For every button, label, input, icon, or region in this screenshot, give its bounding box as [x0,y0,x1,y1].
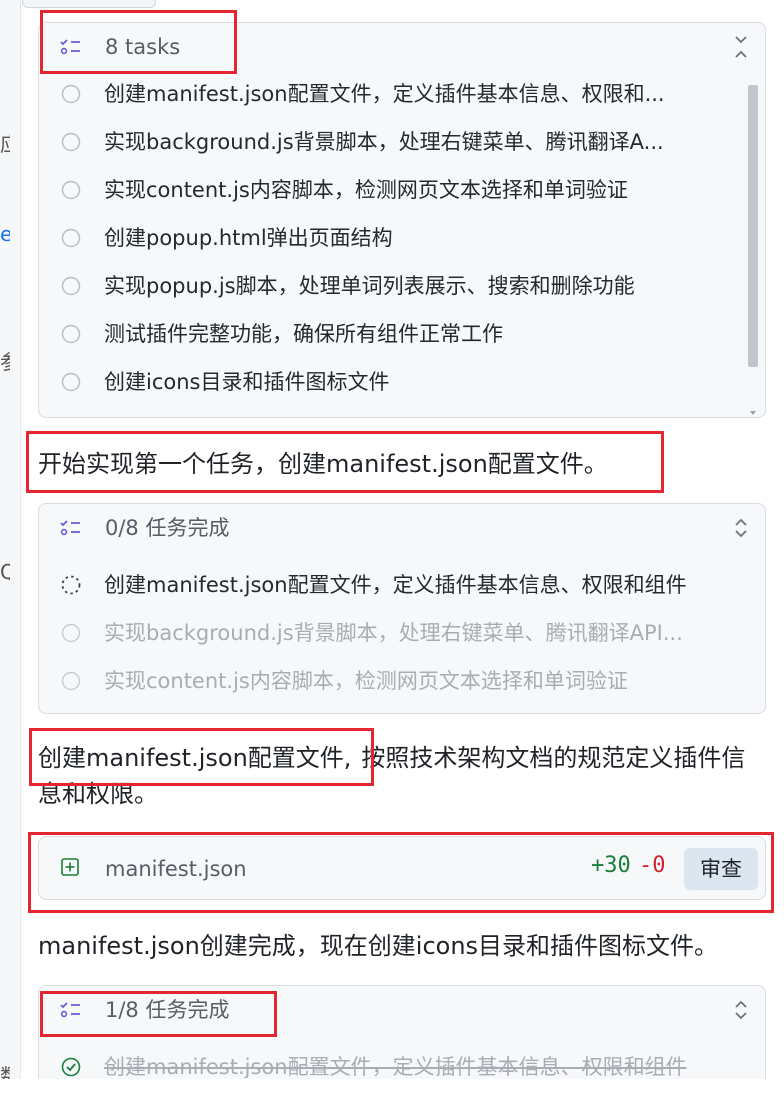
task-label: 实现popup.js脚本，处理单词列表展示、搜索和删除功能 [104,274,635,298]
task-label: 实现content.js内容脚本，检测网页文本选择和单词验证 [104,669,628,693]
task-list-card: 8 tasks 创建manifest.json配置文件，定义插件基本信息、权限和… [38,22,766,418]
task-label: 实现background.js背景脚本，处理右键菜单、腾讯翻译API... [104,621,683,645]
previous-element-edge [22,0,156,8]
pending-circle-icon [61,671,81,691]
scroll-down-icon[interactable] [748,409,758,417]
task-progress-card: 1/8 任务完成 创建manifest.json配置文件，定义插件基本信息、权限… [38,985,766,1081]
task-label: 创建manifest.json配置文件，定义插件基本信息、权限和组件 [104,1055,687,1078]
pending-circle-icon [61,228,81,248]
task-list-header[interactable]: 8 tasks [39,23,765,71]
task-item[interactable]: 创建manifest.json配置文件，定义插件基本信息、权限和... [39,71,765,119]
task-label: 创建manifest.json配置文件，定义插件基本信息、权限和组件 [104,573,687,597]
task-progress-card: 0/8 任务完成 创建manifest.json配置文件，定义插件基本信息、权限… [38,503,766,714]
viewport-bottom [0,1079,784,1104]
diff-additions: +30 [591,853,631,878]
task-label: 实现content.js内容脚本，检测网页文本选择和单词验证 [104,178,628,202]
task-list-icon [60,1002,80,1018]
scrollbar[interactable] [745,81,761,417]
diff-deletions: -0 [639,853,666,878]
task-progress-header[interactable]: 1/8 任务完成 [39,986,765,1034]
in-progress-spinner-icon [61,575,81,595]
completed-check-icon [61,1057,81,1077]
task-label: 测试插件完整功能，确保所有组件正常工作 [104,322,503,346]
assistant-message: 创建manifest.json配置文件, 按照技术架构文档的规范定义插件信息和权限… [38,740,754,812]
task-item[interactable]: 实现background.js背景脚本，处理右键菜单、腾讯翻译API... [39,610,765,658]
file-name[interactable]: manifest.json [105,854,247,884]
task-item[interactable]: 创建manifest.json配置文件，定义插件基本信息、权限和组件 [39,1044,765,1078]
left-pane-edge: 应 e 参 Q 数 [0,0,21,1104]
task-item[interactable]: 创建popup.html弹出页面结构 [39,215,765,263]
task-item[interactable]: 实现popup.js脚本，处理单词列表展示、搜索和删除功能 [39,263,765,311]
left-pane-glyph: 应 [0,128,10,157]
pending-circle-icon [61,372,81,392]
task-item[interactable]: 实现content.js内容脚本，检测网页文本选择和单词验证 [39,167,765,215]
task-item[interactable]: 实现background.js背景脚本，处理右键菜单、腾讯翻译A... [39,119,765,167]
task-progress-header[interactable]: 0/8 任务完成 [39,504,765,552]
left-pane-glyph: Q [0,560,10,584]
file-change-card[interactable]: manifest.json +30 -0 审查 [38,836,766,900]
task-list-title: 8 tasks [105,35,181,59]
task-item[interactable]: 创建icons目录和插件图标文件 [39,359,765,407]
task-label: 创建icons目录和插件图标文件 [104,370,390,394]
pending-circle-icon [61,180,81,200]
task-progress-title: 0/8 任务完成 [105,516,230,540]
expand-collapse-icon[interactable] [733,516,749,540]
pending-circle-icon [61,276,81,296]
task-label: 实现background.js背景脚本，处理右键菜单、腾讯翻译A... [104,130,664,154]
task-item[interactable]: 测试插件完整功能，确保所有组件正常工作 [39,311,765,359]
task-item[interactable]: 实现content.js内容脚本，检测网页文本选择和单词验证 [39,658,765,706]
collapse-icon[interactable] [733,35,749,59]
task-label: 创建manifest.json配置文件，定义插件基本信息、权限和... [104,82,665,106]
task-label: 创建popup.html弹出页面结构 [104,226,393,250]
assistant-message: manifest.json创建完成，现在创建icons目录和插件图标文件。 [38,932,719,960]
scrollbar-thumb[interactable] [748,85,758,367]
expand-collapse-icon[interactable] [733,998,749,1022]
file-added-icon [61,858,79,876]
task-item[interactable]: 创建manifest.json配置文件，定义插件基本信息、权限和组件 [39,562,765,610]
task-list-icon [60,520,80,536]
pending-circle-icon [61,132,81,152]
task-list-icon [60,39,80,55]
task-progress-title: 1/8 任务完成 [105,998,230,1022]
message-highlight: 创建manifest.json配置文件, [38,744,352,772]
review-button[interactable]: 审查 [684,848,758,890]
pending-circle-icon [61,84,81,104]
left-pane-glyph: 参 [0,346,10,375]
left-pane-glyph: e [0,222,10,246]
pending-circle-icon [61,623,81,643]
assistant-message: 开始实现第一个任务，创建manifest.json配置文件。 [38,450,608,478]
pending-circle-icon [61,324,81,344]
